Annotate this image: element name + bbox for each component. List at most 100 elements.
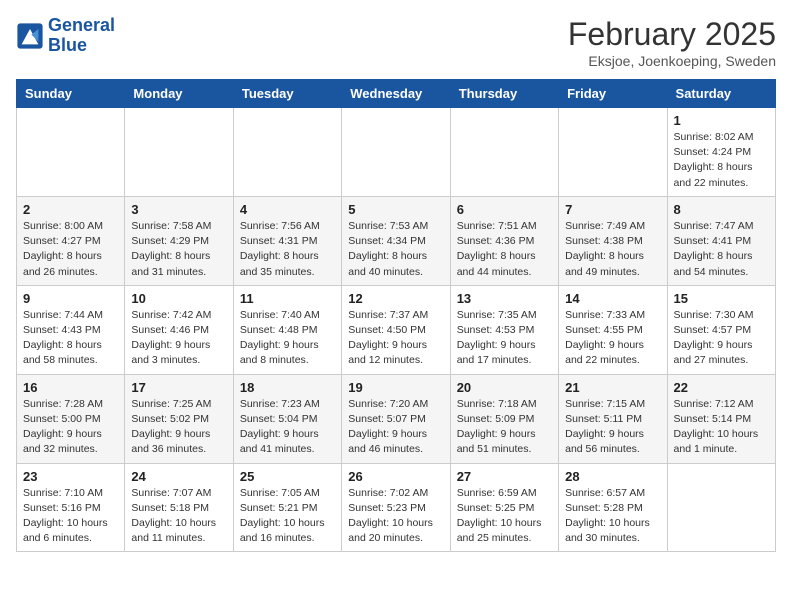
calendar-table: SundayMondayTuesdayWednesdayThursdayFrid…	[16, 79, 776, 552]
day-number: 6	[457, 202, 552, 217]
day-number: 14	[565, 291, 660, 306]
calendar-cell	[667, 463, 775, 552]
day-info: Sunrise: 7:33 AM Sunset: 4:55 PM Dayligh…	[565, 308, 660, 369]
day-info: Sunrise: 7:44 AM Sunset: 4:43 PM Dayligh…	[23, 308, 118, 369]
day-number: 1	[674, 113, 769, 128]
calendar-cell: 27 Sunrise: 6:59 AM Sunset: 5:25 PM Dayli…	[450, 463, 558, 552]
weekday-header-monday: Monday	[125, 80, 233, 108]
calendar-cell: 13Sunrise: 7:35 AM Sunset: 4:53 PM Dayli…	[450, 285, 558, 374]
day-number: 21	[565, 380, 660, 395]
calendar-cell: 22 Sunrise: 7:12 AM Sunset: 5:14 PM Dayli…	[667, 374, 775, 463]
day-number: 9	[23, 291, 118, 306]
week-row-2: 2Sunrise: 8:00 AM Sunset: 4:27 PM Daylig…	[17, 196, 776, 285]
day-info: Sunrise: 7:07 AM Sunset: 5:18 PM Dayligh…	[131, 486, 226, 547]
calendar-cell: 3 Sunrise: 7:58 AM Sunset: 4:29 PM Daylig…	[125, 196, 233, 285]
weekday-header-row: SundayMondayTuesdayWednesdayThursdayFrid…	[17, 80, 776, 108]
weekday-header-wednesday: Wednesday	[342, 80, 450, 108]
calendar-cell	[559, 108, 667, 197]
day-number: 22	[674, 380, 769, 395]
day-number: 18	[240, 380, 335, 395]
calendar-cell: 1 Sunrise: 8:02 AM Sunset: 4:24 PM Daylig…	[667, 108, 775, 197]
day-info: Sunrise: 7:25 AM Sunset: 5:02 PM Dayligh…	[131, 397, 226, 458]
logo-icon	[16, 22, 44, 50]
weekday-header-sunday: Sunday	[17, 80, 125, 108]
title-area: February 2025 Eksjoe, Joenkoeping, Swede…	[568, 16, 776, 69]
day-number: 13	[457, 291, 552, 306]
day-info: Sunrise: 7:23 AM Sunset: 5:04 PM Dayligh…	[240, 397, 335, 458]
weekday-header-tuesday: Tuesday	[233, 80, 341, 108]
calendar-subtitle: Eksjoe, Joenkoeping, Sweden	[568, 53, 776, 69]
calendar-cell: 28Sunrise: 6:57 AM Sunset: 5:28 PM Dayli…	[559, 463, 667, 552]
day-info: Sunrise: 7:47 AM Sunset: 4:41 PM Dayligh…	[674, 219, 769, 280]
calendar-cell: 4 Sunrise: 7:56 AM Sunset: 4:31 PM Daylig…	[233, 196, 341, 285]
calendar-cell	[450, 108, 558, 197]
day-number: 24	[131, 469, 226, 484]
weekday-header-friday: Friday	[559, 80, 667, 108]
day-number: 15	[674, 291, 769, 306]
day-number: 2	[23, 202, 118, 217]
day-info: Sunrise: 8:02 AM Sunset: 4:24 PM Dayligh…	[674, 130, 769, 191]
day-info: Sunrise: 7:51 AM Sunset: 4:36 PM Dayligh…	[457, 219, 552, 280]
calendar-cell	[125, 108, 233, 197]
day-number: 26	[348, 469, 443, 484]
day-info: Sunrise: 7:12 AM Sunset: 5:14 PM Dayligh…	[674, 397, 769, 458]
day-info: Sunrise: 7:18 AM Sunset: 5:09 PM Dayligh…	[457, 397, 552, 458]
day-number: 12	[348, 291, 443, 306]
calendar-cell: 6 Sunrise: 7:51 AM Sunset: 4:36 PM Daylig…	[450, 196, 558, 285]
day-number: 4	[240, 202, 335, 217]
calendar-cell: 12 Sunrise: 7:37 AM Sunset: 4:50 PM Dayli…	[342, 285, 450, 374]
calendar-cell	[342, 108, 450, 197]
calendar-cell: 15 Sunrise: 7:30 AM Sunset: 4:57 PM Dayli…	[667, 285, 775, 374]
header: General Blue February 2025 Eksjoe, Joenk…	[16, 16, 776, 69]
calendar-cell: 26 Sunrise: 7:02 AM Sunset: 5:23 PM Dayli…	[342, 463, 450, 552]
day-number: 19	[348, 380, 443, 395]
day-info: Sunrise: 7:37 AM Sunset: 4:50 PM Dayligh…	[348, 308, 443, 369]
calendar-cell: 2Sunrise: 8:00 AM Sunset: 4:27 PM Daylig…	[17, 196, 125, 285]
logo-text: General Blue	[48, 16, 115, 56]
calendar-cell: 25 Sunrise: 7:05 AM Sunset: 5:21 PM Dayli…	[233, 463, 341, 552]
day-number: 27	[457, 469, 552, 484]
day-number: 5	[348, 202, 443, 217]
week-row-4: 16Sunrise: 7:28 AM Sunset: 5:00 PM Dayli…	[17, 374, 776, 463]
day-info: Sunrise: 7:30 AM Sunset: 4:57 PM Dayligh…	[674, 308, 769, 369]
day-info: Sunrise: 7:28 AM Sunset: 5:00 PM Dayligh…	[23, 397, 118, 458]
calendar-cell: 8 Sunrise: 7:47 AM Sunset: 4:41 PM Daylig…	[667, 196, 775, 285]
calendar-cell: 17Sunrise: 7:25 AM Sunset: 5:02 PM Dayli…	[125, 374, 233, 463]
calendar-cell: 21 Sunrise: 7:15 AM Sunset: 5:11 PM Dayli…	[559, 374, 667, 463]
week-row-1: 1 Sunrise: 8:02 AM Sunset: 4:24 PM Daylig…	[17, 108, 776, 197]
day-number: 8	[674, 202, 769, 217]
day-number: 3	[131, 202, 226, 217]
week-row-3: 9 Sunrise: 7:44 AM Sunset: 4:43 PM Daylig…	[17, 285, 776, 374]
day-info: Sunrise: 7:58 AM Sunset: 4:29 PM Dayligh…	[131, 219, 226, 280]
day-info: Sunrise: 7:56 AM Sunset: 4:31 PM Dayligh…	[240, 219, 335, 280]
calendar-cell: 16Sunrise: 7:28 AM Sunset: 5:00 PM Dayli…	[17, 374, 125, 463]
day-info: Sunrise: 6:57 AM Sunset: 5:28 PM Dayligh…	[565, 486, 660, 547]
calendar-cell: 24 Sunrise: 7:07 AM Sunset: 5:18 PM Dayli…	[125, 463, 233, 552]
calendar-cell: 9 Sunrise: 7:44 AM Sunset: 4:43 PM Daylig…	[17, 285, 125, 374]
day-info: Sunrise: 7:42 AM Sunset: 4:46 PM Dayligh…	[131, 308, 226, 369]
day-number: 25	[240, 469, 335, 484]
day-info: Sunrise: 7:05 AM Sunset: 5:21 PM Dayligh…	[240, 486, 335, 547]
day-info: Sunrise: 7:15 AM Sunset: 5:11 PM Dayligh…	[565, 397, 660, 458]
weekday-header-thursday: Thursday	[450, 80, 558, 108]
week-row-5: 23Sunrise: 7:10 AM Sunset: 5:16 PM Dayli…	[17, 463, 776, 552]
day-number: 11	[240, 291, 335, 306]
calendar-cell: 23Sunrise: 7:10 AM Sunset: 5:16 PM Dayli…	[17, 463, 125, 552]
calendar-cell: 7Sunrise: 7:49 AM Sunset: 4:38 PM Daylig…	[559, 196, 667, 285]
calendar-cell: 20 Sunrise: 7:18 AM Sunset: 5:09 PM Dayli…	[450, 374, 558, 463]
day-info: Sunrise: 7:53 AM Sunset: 4:34 PM Dayligh…	[348, 219, 443, 280]
day-number: 20	[457, 380, 552, 395]
calendar-cell: 14 Sunrise: 7:33 AM Sunset: 4:55 PM Dayli…	[559, 285, 667, 374]
calendar-title: February 2025	[568, 16, 776, 53]
day-number: 10	[131, 291, 226, 306]
day-info: Sunrise: 7:40 AM Sunset: 4:48 PM Dayligh…	[240, 308, 335, 369]
calendar-cell	[233, 108, 341, 197]
calendar-cell	[17, 108, 125, 197]
day-info: Sunrise: 6:59 AM Sunset: 5:25 PM Dayligh…	[457, 486, 552, 547]
day-number: 7	[565, 202, 660, 217]
day-info: Sunrise: 7:02 AM Sunset: 5:23 PM Dayligh…	[348, 486, 443, 547]
day-info: Sunrise: 7:10 AM Sunset: 5:16 PM Dayligh…	[23, 486, 118, 547]
weekday-header-saturday: Saturday	[667, 80, 775, 108]
calendar-cell: 11 Sunrise: 7:40 AM Sunset: 4:48 PM Dayli…	[233, 285, 341, 374]
calendar-cell: 5 Sunrise: 7:53 AM Sunset: 4:34 PM Daylig…	[342, 196, 450, 285]
